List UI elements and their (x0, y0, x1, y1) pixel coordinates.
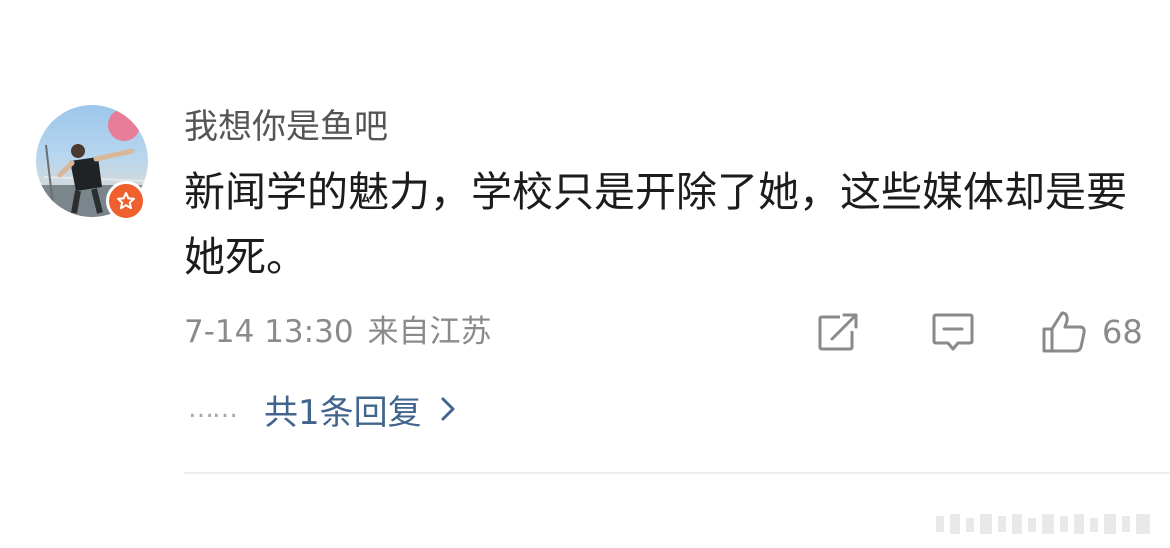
comment-meta: 7-14 13:30 来自江苏 (184, 310, 492, 354)
view-replies-link[interactable]: 共1条回复 (264, 385, 456, 434)
replies-dots: …… (188, 394, 238, 424)
verified-star-icon (106, 181, 146, 221)
comment-icon (932, 313, 974, 351)
comment-text: 新闻学的魅力，学校只是开除了她，这些媒体却是要她死。 (184, 168, 1127, 281)
view-replies-label: 共1条回复 (264, 392, 422, 433)
comment-button[interactable] (930, 308, 976, 356)
comment-date-time: 7-14 13:30 (184, 314, 354, 350)
like-count: 68 (1102, 313, 1143, 351)
thumbs-up-icon (1042, 311, 1086, 353)
divider (184, 472, 1170, 474)
comment-item: 我想你是鱼吧 新闻学的魅力，学校只是开除了她，这些媒体却是要她死。 7-14 1… (0, 0, 1170, 548)
watermark-logo (936, 514, 1150, 534)
username[interactable]: 我想你是鱼吧 (184, 104, 388, 150)
comment-location: 来自江苏 (367, 314, 492, 350)
share-icon (818, 313, 858, 351)
replies-row: …… 共1条回复 (188, 385, 456, 434)
like-button[interactable]: 68 (1040, 308, 1143, 356)
chevron-right-icon (440, 396, 456, 422)
share-button[interactable] (816, 308, 862, 356)
